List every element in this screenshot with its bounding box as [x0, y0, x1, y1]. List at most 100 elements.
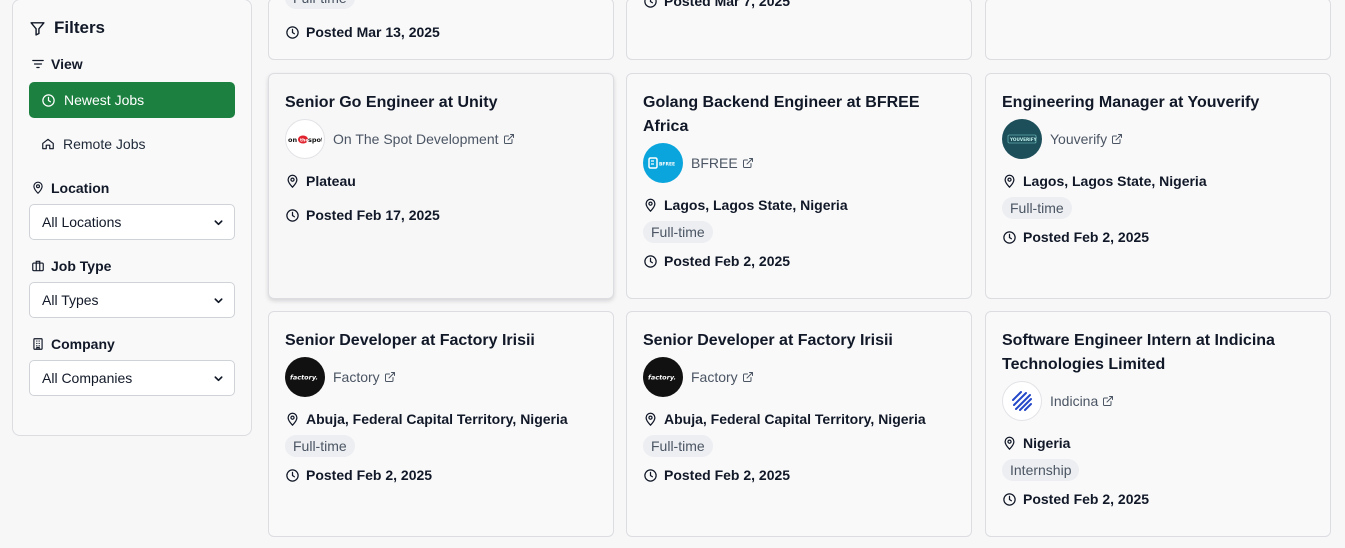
remote-jobs-label: Remote Jobs [63, 136, 146, 152]
building-icon [31, 337, 45, 351]
newest-jobs-button[interactable]: Newest Jobs [29, 82, 235, 118]
location-label: Location [51, 180, 110, 196]
clock-icon [285, 208, 300, 223]
map-pin-icon [31, 181, 45, 195]
external-link-icon [1102, 395, 1114, 407]
company-section-label: Company [31, 336, 235, 352]
map-pin-icon [285, 412, 300, 427]
map-pin-icon [643, 198, 658, 213]
job-location: Plateau [285, 173, 597, 189]
clock-icon [285, 25, 300, 40]
svg-text:factory.: factory. [648, 374, 676, 382]
newest-jobs-label: Newest Jobs [64, 92, 145, 108]
job-card[interactable]: Senior Developer at Factory Irisii facto… [268, 311, 614, 537]
job-card[interactable]: Senior Go Engineer at Unity on the spot … [268, 73, 614, 299]
chevron-down-icon [213, 217, 224, 228]
job-card[interactable]: Senior Developer at Factory Irisii facto… [626, 311, 972, 537]
job-type-badge: Full-time [1002, 197, 1072, 219]
posted-date: Posted Feb 2, 2025 [285, 467, 597, 483]
posted-date: Posted Feb 2, 2025 [1002, 229, 1314, 245]
company-row: BFREE BFREE [643, 143, 955, 183]
job-card-partial[interactable]: Posted Mar 7, 2025 [626, 0, 972, 60]
posted-date: Posted Feb 2, 2025 [643, 467, 955, 483]
job-card[interactable]: Golang Backend Engineer at BFREE Africa … [626, 73, 972, 299]
job-type-badge: Full-time [643, 221, 713, 243]
company-row: Indicina [1002, 381, 1314, 421]
job-type-section-label: Job Type [31, 258, 235, 274]
company-link[interactable]: On The Spot Development [333, 131, 515, 147]
posted-date: Posted Feb 2, 2025 [643, 253, 955, 269]
company-link[interactable]: Indicina [1050, 393, 1114, 409]
location-text: Nigeria [1023, 435, 1071, 451]
posted-text: Posted Mar 13, 2025 [306, 24, 440, 40]
svg-text:spot: spot [308, 136, 322, 144]
clock-icon [1002, 492, 1017, 507]
remote-jobs-button[interactable]: Remote Jobs [29, 126, 235, 162]
company-select[interactable]: All Companies [29, 360, 235, 396]
job-type-badge: Full-time [285, 435, 355, 457]
job-title[interactable]: Senior Developer at Factory Irisii [285, 329, 597, 353]
external-link-icon [742, 371, 754, 383]
posted-date: Posted Feb 2, 2025 [1002, 491, 1314, 507]
company-link[interactable]: Factory [691, 369, 754, 385]
posted-date: Posted Mar 13, 2025 [285, 24, 440, 40]
company-link[interactable]: Factory [333, 369, 396, 385]
company-link[interactable]: BFREE [691, 155, 754, 171]
job-title[interactable]: Software Engineer Intern at Indicina Tec… [1002, 329, 1314, 377]
job-type-badge: Internship [1002, 459, 1080, 481]
job-type-label: Job Type [51, 258, 112, 274]
funnel-icon [29, 20, 46, 37]
company-label: Company [51, 336, 115, 352]
clock-icon [1002, 230, 1017, 245]
external-link-icon [742, 157, 754, 169]
company-row: factory. Factory [643, 357, 955, 397]
location-select-value: All Locations [42, 214, 122, 230]
map-pin-icon [643, 412, 658, 427]
posted-text: Posted Mar 7, 2025 [664, 0, 791, 9]
briefcase-icon [31, 259, 45, 273]
job-location: Abuja, Federal Capital Territory, Nigeri… [643, 411, 955, 427]
job-card[interactable]: Software Engineer Intern at Indicina Tec… [985, 311, 1331, 537]
view-label: View [51, 56, 83, 72]
job-title[interactable]: Engineering Manager at Youverify [1002, 91, 1314, 115]
job-card[interactable]: Engineering Manager at Youverify YOUVERI… [985, 73, 1331, 299]
map-pin-icon [1002, 174, 1017, 189]
posted-date: Posted Mar 7, 2025 [643, 0, 790, 9]
location-text: Lagos, Lagos State, Nigeria [1023, 173, 1207, 189]
job-type-select[interactable]: All Types [29, 282, 235, 318]
job-title[interactable]: Golang Backend Engineer at BFREE Africa [643, 91, 955, 139]
company-name: Factory [333, 369, 380, 385]
company-name: Factory [691, 369, 738, 385]
job-title[interactable]: Senior Developer at Factory Irisii [643, 329, 955, 353]
external-link-icon [1111, 133, 1123, 145]
location-text: Lagos, Lagos State, Nigeria [664, 197, 848, 213]
location-select[interactable]: All Locations [29, 204, 235, 240]
company-link[interactable]: Youverify [1050, 131, 1123, 147]
filters-title: Filters [54, 18, 106, 37]
clock-icon [643, 0, 658, 9]
job-card-partial[interactable]: Full-time Posted Mar 13, 2025 [268, 0, 614, 60]
job-location: Lagos, Lagos State, Nigeria [1002, 173, 1314, 189]
company-row: on the spot On The Spot Development [285, 119, 597, 159]
chevron-down-icon [213, 295, 224, 306]
sort-lines-icon [31, 57, 45, 71]
posted-text: Posted Feb 2, 2025 [1023, 491, 1150, 507]
view-section-label: View [31, 56, 235, 72]
map-pin-icon [1002, 436, 1017, 451]
youverify-logo: YOUVERIFY [1002, 119, 1042, 159]
job-card-partial[interactable] [985, 0, 1331, 60]
posted-text: Posted Feb 2, 2025 [306, 467, 433, 483]
svg-text:factory.: factory. [290, 374, 318, 382]
job-title[interactable]: Senior Go Engineer at Unity [285, 91, 597, 115]
company-name: Indicina [1050, 393, 1099, 409]
factory-logo: factory. [643, 357, 683, 397]
company-select-value: All Companies [42, 370, 133, 386]
company-row: factory. Factory [285, 357, 597, 397]
indicina-logo [1002, 381, 1042, 421]
posted-text: Posted Feb 2, 2025 [1023, 229, 1150, 245]
svg-text:YOUVERIFY: YOUVERIFY [1009, 137, 1037, 142]
company-name: Youverify [1050, 131, 1108, 147]
job-location: Abuja, Federal Capital Territory, Nigeri… [285, 411, 597, 427]
location-text: Abuja, Federal Capital Territory, Nigeri… [306, 411, 568, 427]
filters-sidebar: Filters View Newest Jobs Remote Jobs Loc… [12, 0, 252, 436]
